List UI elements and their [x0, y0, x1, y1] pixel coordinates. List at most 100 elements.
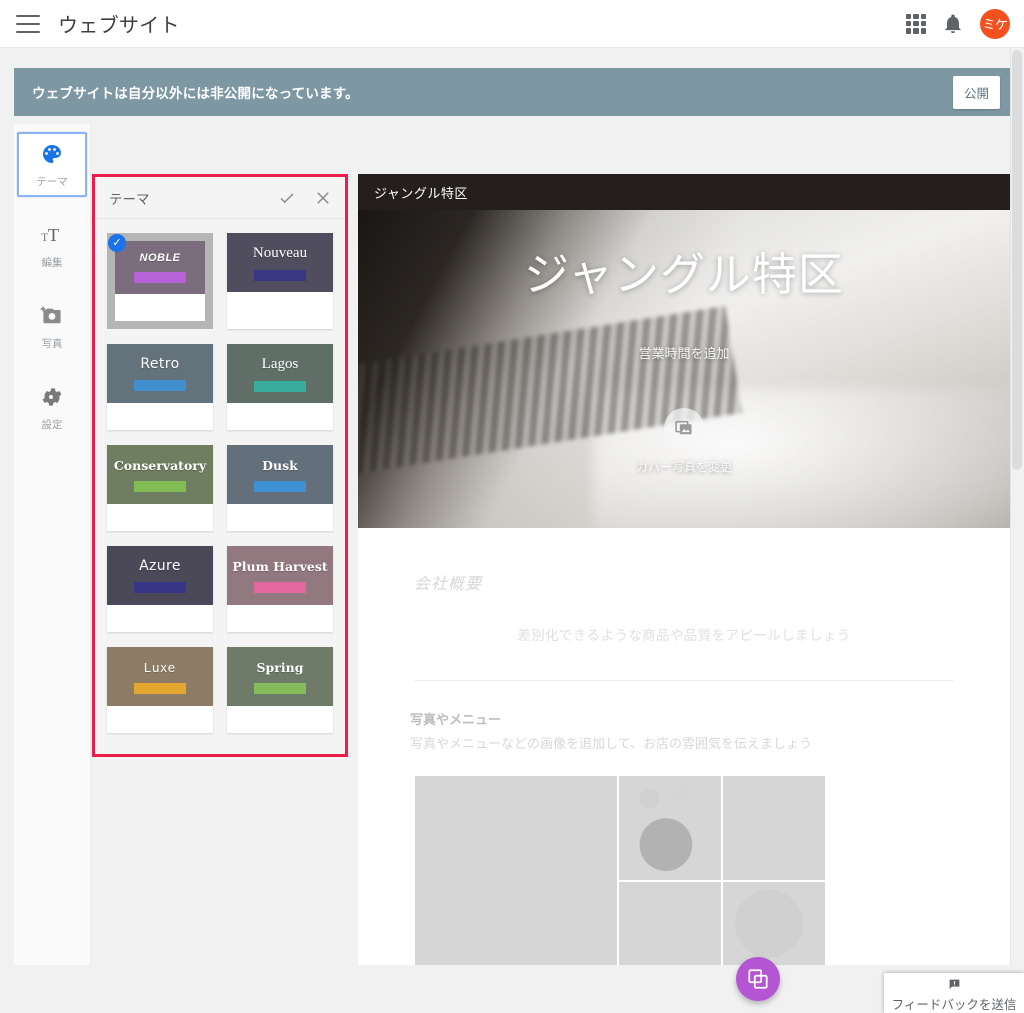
add-images-fab[interactable] [736, 957, 780, 1001]
photo-thumbnail[interactable] [619, 882, 721, 965]
add-business-hours-link[interactable]: 営業時間を追加 [638, 343, 729, 362]
top-app-bar: ウェブサイト ミケ [0, 0, 1024, 48]
apps-grid-icon[interactable] [906, 13, 926, 34]
theme-grid: ✓ NOBLE Nouveau Retro Lagos Conservatory… [95, 219, 345, 754]
theme-card-dusk[interactable]: Dusk [227, 445, 333, 531]
hero-section: ジャングル特区 営業時間を追加 カバー写真を変更 [358, 210, 1010, 528]
theme-accent-bar [134, 682, 186, 694]
theme-accent-bar [134, 272, 186, 283]
change-cover-photo-button[interactable]: カバー写真を変更 [636, 408, 732, 475]
theme-name: NOBLE [139, 252, 181, 264]
theme-card-spring[interactable]: Spring [227, 647, 333, 733]
change-cover-photo-label: カバー写真を変更 [635, 460, 732, 474]
site-preview: ジャングル特区 ジャングル特区 営業時間を追加 カバー写真を変更 会社概要 差別… [358, 174, 1010, 965]
theme-name: Azure [139, 558, 181, 574]
palette-icon [43, 145, 61, 163]
theme-card-footer [107, 605, 213, 632]
theme-swatch: Conservatory [107, 445, 213, 504]
page-scrollbar[interactable] [1010, 48, 1024, 965]
theme-name: Conservatory [113, 457, 207, 473]
theme-card-nouveau[interactable]: Nouveau [227, 233, 333, 329]
banner-message: ウェブサイトは自分以外には非公開になっています。 [32, 86, 359, 101]
theme-swatch: Luxe [107, 647, 213, 706]
text-format-icon: T T [41, 225, 59, 245]
hero-title: ジャングル特区 [524, 249, 844, 300]
theme-card-footer [115, 294, 205, 321]
theme-accent-bar [254, 581, 306, 593]
selected-check-icon: ✓ [108, 234, 126, 252]
sidebar-item-label: 設定 [41, 419, 63, 431]
theme-card-azure[interactable]: Azure [107, 546, 213, 632]
theme-swatch: Nouveau [227, 233, 333, 292]
theme-card-lagos[interactable]: Lagos [227, 344, 333, 430]
theme-swatch: Lagos [227, 344, 333, 403]
theme-accent-bar [134, 380, 186, 391]
bell-icon[interactable] [942, 13, 964, 35]
theme-swatch: Dusk [227, 445, 333, 504]
duplicate-images-icon [748, 969, 768, 989]
about-heading[interactable]: 会社概要 [414, 570, 954, 594]
theme-card-footer [227, 706, 333, 733]
page-body: ウェブサイトは自分以外には非公開になっています。 公開 テーマ T T 編集 写… [0, 48, 1024, 1013]
check-icon[interactable] [278, 189, 296, 207]
theme-name: Plum Harvest [232, 558, 328, 574]
privacy-banner: ウェブサイトは自分以外には非公開になっています。 公開 [14, 68, 1010, 116]
theme-card-footer [227, 403, 333, 430]
theme-swatch: Azure [107, 546, 213, 605]
publish-button[interactable]: 公開 [952, 75, 1000, 109]
photo-thumbnail[interactable] [619, 776, 721, 881]
site-nav-title: ジャングル特区 [374, 185, 468, 201]
theme-card-luxe[interactable]: Luxe [107, 647, 213, 733]
about-section: 会社概要 差別化できるような商品や品質をアピールしましょう [358, 528, 1010, 681]
scrollbar-thumb[interactable] [1012, 50, 1022, 470]
theme-name: Luxe [143, 659, 177, 675]
theme-name: Retro [140, 356, 180, 372]
theme-card-footer [227, 605, 333, 632]
site-nav-bar: ジャングル特区 [358, 174, 1010, 210]
theme-card-footer [107, 706, 213, 733]
theme-accent-bar [134, 582, 186, 593]
photos-heading: 写真やメニュー [410, 712, 502, 727]
theme-accent-bar [134, 480, 186, 492]
sidebar-item-label: 写真 [41, 338, 63, 350]
theme-accent-bar [254, 682, 306, 694]
app-bar-actions: ミケ [906, 8, 1010, 39]
theme-swatch: NOBLE [115, 241, 205, 294]
photo-grid[interactable] [415, 776, 1010, 965]
avatar[interactable]: ミケ [980, 8, 1010, 39]
theme-accent-bar [254, 269, 306, 281]
sidebar-item-photos[interactable]: 写真 [17, 294, 87, 359]
theme-panel: テーマ ✓ NOBLE Nouveau Retro Lagos Conserva… [95, 177, 345, 754]
hamburger-menu-icon[interactable] [16, 14, 40, 33]
image-collection-icon [675, 421, 692, 435]
theme-swatch: Spring [227, 647, 333, 706]
sidebar-item-label: 編集 [41, 257, 63, 269]
theme-card-conservatory[interactable]: Conservatory [107, 445, 213, 531]
send-feedback-button[interactable]: フィードバックを送信 [884, 973, 1024, 1013]
add-photo-icon [40, 306, 61, 324]
close-icon[interactable] [314, 189, 332, 207]
photo-thumbnail[interactable] [723, 776, 825, 881]
theme-name: Spring [256, 659, 304, 675]
sidebar-item-edit[interactable]: T T 編集 [17, 213, 87, 278]
theme-card-noble[interactable]: ✓ NOBLE [107, 233, 213, 329]
theme-card-plum-harvest[interactable]: Plum Harvest [227, 546, 333, 632]
theme-accent-bar [254, 480, 306, 492]
theme-name: Dusk [262, 457, 298, 473]
sidebar-item-theme[interactable]: テーマ [17, 132, 87, 197]
theme-swatch: Plum Harvest [227, 546, 333, 605]
theme-panel-title: テーマ [109, 191, 150, 207]
theme-name: Nouveau [252, 244, 308, 261]
left-icon-rail: テーマ T T 編集 写真 設定 [14, 124, 91, 965]
photo-thumbnail[interactable] [415, 776, 617, 965]
about-body-text[interactable]: 差別化できるような商品や品質をアピールしましょう [414, 624, 954, 644]
theme-card-retro[interactable]: Retro [107, 344, 213, 430]
theme-panel-header: テーマ [95, 177, 345, 219]
photo-thumbnail[interactable] [723, 882, 825, 965]
theme-card-footer [227, 504, 333, 531]
sidebar-item-settings[interactable]: 設定 [17, 375, 87, 440]
photos-subtext: 写真やメニューなどの画像を追加して、お店の雰囲気を伝えましょう [410, 736, 812, 751]
gear-icon [42, 388, 62, 406]
sidebar-item-label: テーマ [36, 176, 68, 188]
theme-card-footer [107, 403, 213, 430]
